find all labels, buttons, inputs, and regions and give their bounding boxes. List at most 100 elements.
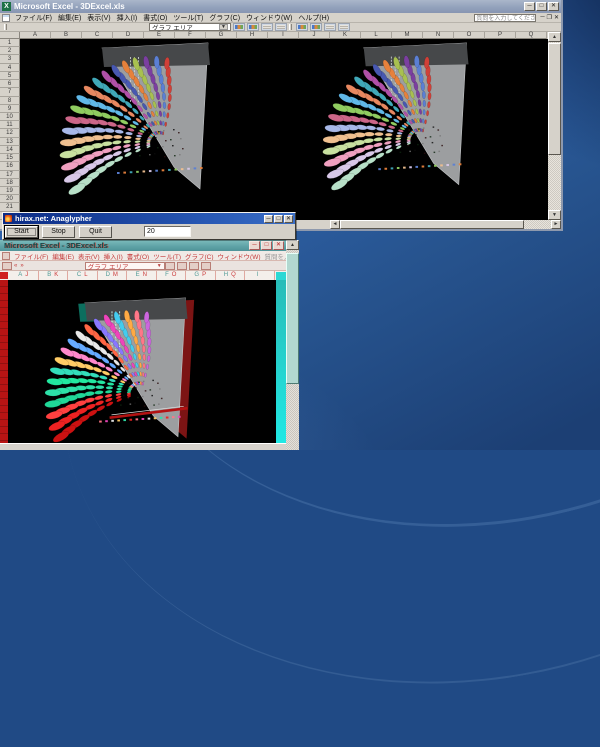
prev-icon[interactable]: « [14,263,17,269]
chevron-down-icon[interactable]: ▼ [157,263,162,269]
column-header[interactable]: F [175,32,206,39]
by-column-icon[interactable] [310,23,322,31]
row-header[interactable]: 8 [0,97,20,105]
row-header[interactable]: 21 [0,203,20,211]
chart-3d-fan[interactable] [20,39,548,220]
close-button[interactable]: ✕ [273,241,284,250]
menu-item[interactable]: グラフ(C) [206,13,243,23]
column-header[interactable]: H [237,32,268,39]
format-chart-area-icon[interactable] [233,23,245,31]
next-icon[interactable]: » [20,263,23,269]
scrollbar-thumb[interactable] [548,43,561,155]
row-header[interactable]: 18 [0,179,20,187]
scroll-left-button[interactable]: ◄ [330,220,340,229]
row-header[interactable]: 19 [0,187,20,195]
column-header[interactable]: G [206,32,237,39]
menu-item[interactable]: ツール(T) [151,251,183,261]
scrollbar-thumb[interactable] [340,220,524,229]
title-bar[interactable]: Microsoft Excel - 3DExcel.xls ─□✕ [0,240,286,251]
menu-item[interactable]: 表示(V) [76,251,102,261]
column-header-pair[interactable]: GP [186,271,216,280]
menu-item[interactable]: 書式(O) [140,13,170,23]
menu-item[interactable]: 挿入(I) [114,13,141,23]
title-bar[interactable]: X Microsoft Excel - 3DExcel.xls ─□✕ [0,0,561,13]
chart-objects-combo[interactable]: グラフ エリア ▼ [85,262,165,270]
column-header-pair[interactable]: I [245,271,275,280]
row-header[interactable]: 11 [0,121,20,129]
horizontal-scrollbar-strip[interactable] [0,443,286,450]
column-header-pair[interactable]: EN [127,271,157,280]
interval-input[interactable] [144,226,191,237]
row-header[interactable]: 14 [0,146,20,154]
column-header[interactable]: L [361,32,392,39]
column-header[interactable]: M [392,32,423,39]
menu-item[interactable]: ファイル(F) [12,13,55,23]
menu-item[interactable]: グラフ(C) [183,251,216,261]
column-header[interactable]: E [144,32,175,39]
row-header[interactable]: 3 [0,55,20,63]
maximize-button[interactable]: □ [261,241,272,250]
menu-item[interactable]: 挿入(I) [102,251,125,261]
menu-item[interactable]: ヘルプ(H) [295,13,332,23]
row-header[interactable]: 5 [0,72,20,80]
menu-item[interactable]: ウィンドウ(W) [243,13,295,23]
column-header[interactable]: C [82,32,113,39]
column-header[interactable]: J [299,32,330,39]
workbook-minimize-button[interactable]: ─ [540,14,544,21]
toolbar-grip[interactable] [4,24,7,30]
scroll-up-button[interactable]: ▲ [548,32,561,42]
close-button[interactable]: ✕ [284,215,293,223]
maximize-button[interactable]: □ [274,215,283,223]
scrollbar-track[interactable] [524,220,551,229]
title-bar[interactable]: hirax.net: Anaglypher ─□✕ [3,213,295,224]
menu-item[interactable]: ファイル(F) [12,251,50,261]
chart-plot-area[interactable] [20,39,548,220]
legend-icon[interactable] [189,262,199,270]
column-header[interactable]: D [113,32,144,39]
row-header[interactable]: 6 [0,80,20,88]
chart-type-icon[interactable] [247,23,259,31]
menu-item[interactable]: ツール(T) [170,13,206,23]
scroll-down-button[interactable]: ▼ [548,210,561,220]
menu-item[interactable]: 編集(E) [50,251,76,261]
chart-type-icon[interactable] [177,262,187,270]
row-header[interactable]: 12 [0,129,20,137]
data-table-icon[interactable] [201,262,211,270]
column-header-pair[interactable]: AJ [9,271,39,280]
quit-button[interactable]: Quit [79,226,112,238]
start-button[interactable]: Start [5,226,38,238]
column-header[interactable]: B [51,32,82,39]
question-box-text[interactable]: 質問を入力してください [265,251,287,261]
select-all-corner-anaglyph[interactable] [0,272,8,279]
legend-icon[interactable] [261,23,273,31]
chevron-down-icon[interactable]: ▼ [219,24,228,30]
maximize-button[interactable]: □ [536,2,547,11]
workbook-restore-button[interactable]: ❐ [547,14,552,21]
workbook-close-button[interactable]: ✕ [554,14,559,21]
data-table-icon[interactable] [275,23,287,31]
row-header[interactable]: 16 [0,162,20,170]
menu-item[interactable]: 編集(E) [55,13,84,23]
row-header[interactable]: 10 [0,113,20,121]
angle-text-down-icon[interactable] [324,23,336,31]
scroll-right-button[interactable]: ► [551,220,561,229]
row-header[interactable]: 9 [0,105,20,113]
column-header-pair[interactable]: CL [68,271,98,280]
minimize-button[interactable]: ─ [524,2,535,11]
row-header[interactable]: 17 [0,171,20,179]
angle-text-up-icon[interactable] [338,23,350,31]
scroll-up-button[interactable]: ▲ [286,240,299,250]
row-header[interactable]: 2 [0,47,20,55]
chart-objects-combo[interactable]: グラフ エリア ▼ [149,23,231,31]
chart-3d-fan-anaglyph[interactable] [8,280,268,443]
stop-button[interactable]: Stop [42,226,75,238]
chart-plot-area[interactable] [0,280,286,443]
row-header[interactable]: 13 [0,138,20,146]
toolbar-icon[interactable] [2,262,12,270]
minimize-button[interactable]: ─ [264,215,273,223]
column-header[interactable]: K [330,32,361,39]
menu-item[interactable]: 表示(V) [84,13,113,23]
menu-item[interactable]: 書式(O) [125,251,151,261]
by-row-icon[interactable] [296,23,308,31]
menu-item[interactable]: ウィンドウ(W) [216,251,263,261]
